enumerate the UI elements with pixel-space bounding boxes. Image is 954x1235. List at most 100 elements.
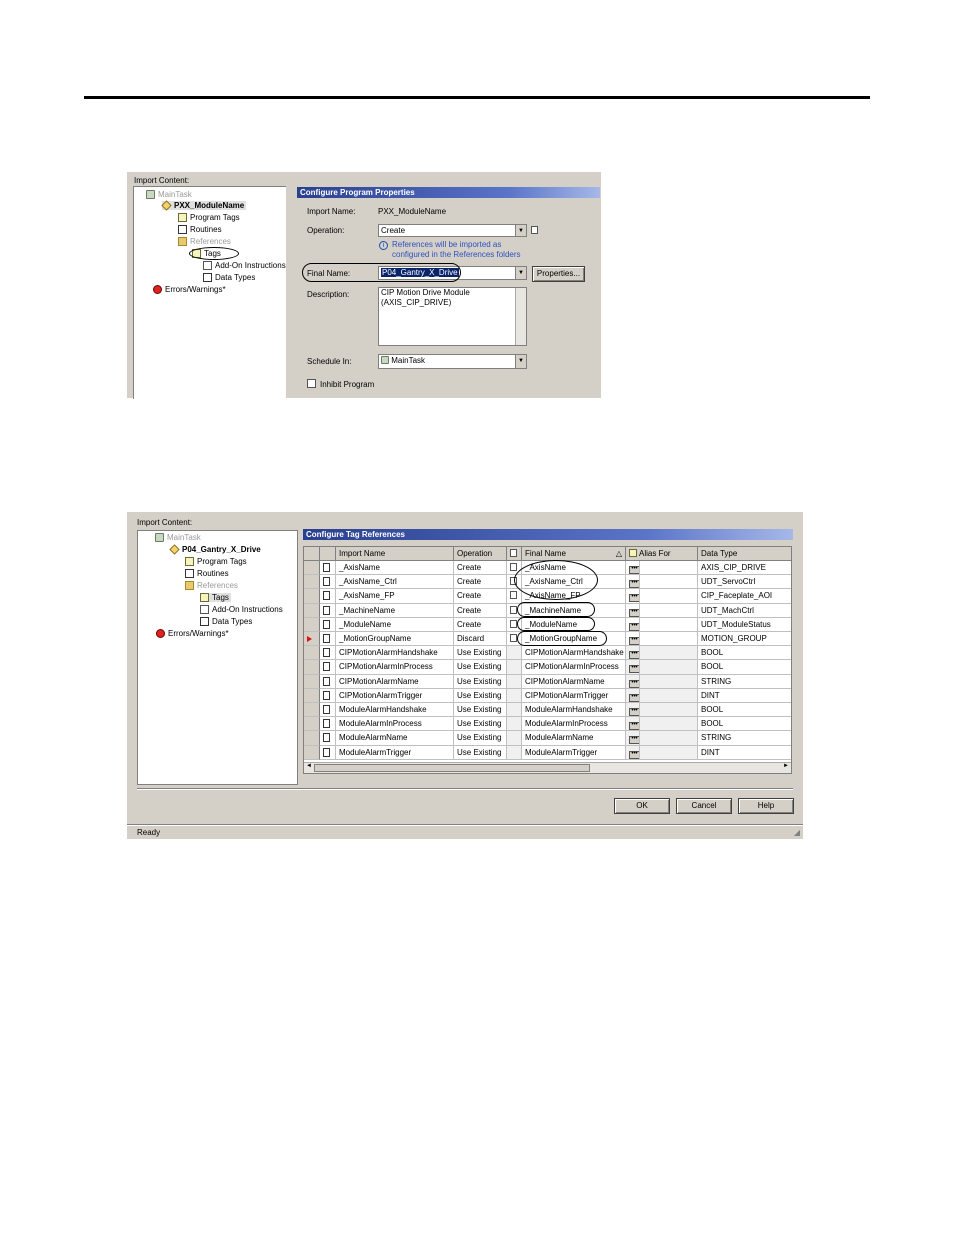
- table-row[interactable]: ModuleAlarmTrigger Use Existing ModuleAlar…: [304, 745, 791, 760]
- cell-final-name[interactable]: CIPMotionAlarmInProcess: [522, 660, 626, 675]
- cell-browse[interactable]: •••: [626, 632, 640, 647]
- ellipsis-button[interactable]: •••: [629, 594, 639, 603]
- cell-browse[interactable]: •••: [626, 660, 640, 675]
- scroll-left-icon[interactable]: ◄: [306, 763, 312, 769]
- cell-browse[interactable]: •••: [626, 603, 640, 618]
- final-name-input[interactable]: P04_Gantry_X_Drive ▼: [378, 266, 527, 280]
- table-row[interactable]: _AxisName_FP Create _AxisName_FP ••• CIP_Fac…: [304, 589, 791, 604]
- cell-final-name[interactable]: CIPMotionAlarmName: [522, 674, 626, 689]
- table-row[interactable]: _ModuleName Create _ModuleName ••• UDT_Modul…: [304, 617, 791, 632]
- cell-operation[interactable]: Use Existing: [454, 660, 507, 675]
- cell-browse[interactable]: •••: [626, 674, 640, 689]
- tree-item-program[interactable]: P04_Gantry_X_Drive: [169, 544, 261, 555]
- cell-browse[interactable]: •••: [626, 646, 640, 661]
- tree-item-maintask[interactable]: MainTask: [155, 533, 201, 542]
- table-row[interactable]: ModuleAlarmInProcess Use Existing ModuleAl…: [304, 717, 791, 732]
- ellipsis-button[interactable]: •••: [629, 622, 639, 631]
- cell-final-name[interactable]: _MachineName: [522, 603, 626, 618]
- cell-final-name[interactable]: ModuleAlarmName: [522, 731, 626, 746]
- description-scrollbar[interactable]: [515, 288, 526, 345]
- cell-final-name[interactable]: ModuleAlarmTrigger: [522, 745, 626, 760]
- table-row[interactable]: CIPMotionAlarmHandshake Use Existing CIPMo…: [304, 646, 791, 661]
- cell-final-name[interactable]: ModuleAlarmHandshake: [522, 703, 626, 718]
- note-icon[interactable]: [531, 226, 538, 234]
- tree-item-program-tags[interactable]: Program Tags: [178, 213, 240, 222]
- ellipsis-button[interactable]: •••: [629, 750, 639, 759]
- tree-item-errors[interactable]: Errors/Warnings*: [153, 285, 226, 294]
- ellipsis-button[interactable]: •••: [629, 693, 639, 702]
- cell-final-name[interactable]: _AxisName_FP: [522, 589, 626, 604]
- cell-operation[interactable]: Use Existing: [454, 731, 507, 746]
- ellipsis-button[interactable]: •••: [629, 651, 639, 660]
- cell-browse[interactable]: •••: [626, 617, 640, 632]
- cell-browse[interactable]: •••: [626, 688, 640, 703]
- table-row[interactable]: CIPMotionAlarmInProcess Use Existing CIPMo…: [304, 660, 791, 675]
- ellipsis-button[interactable]: •••: [629, 580, 639, 589]
- cell-browse[interactable]: •••: [626, 561, 640, 576]
- table-row[interactable]: _MachineName Create _MachineName ••• UDT_Mac…: [304, 603, 791, 618]
- table-row[interactable]: ModuleAlarmName Use Existing ModuleAlarmNa…: [304, 731, 791, 746]
- ellipsis-button[interactable]: •••: [629, 665, 639, 674]
- cell-final-name[interactable]: CIPMotionAlarmTrigger: [522, 688, 626, 703]
- column-header-note[interactable]: [507, 547, 522, 561]
- table-row[interactable]: ModuleAlarmHandshake Use Existing ModuleAl…: [304, 703, 791, 718]
- tree-item-data-types[interactable]: Data Types: [203, 273, 255, 282]
- column-header-data-type[interactable]: Data Type: [698, 547, 791, 561]
- scrollbar-thumb[interactable]: [314, 764, 590, 772]
- ellipsis-button[interactable]: •••: [629, 566, 639, 574]
- table-row[interactable]: _AxisName_Ctrl Create _AxisName_Ctrl ••• UDT…: [304, 575, 791, 590]
- tree-item-tags[interactable]: Tags: [192, 249, 221, 258]
- tree-item-tags[interactable]: Tags: [200, 593, 231, 602]
- tree-item-data-types[interactable]: Data Types: [200, 617, 252, 626]
- help-button[interactable]: Help: [738, 798, 794, 814]
- ellipsis-button[interactable]: •••: [629, 608, 639, 617]
- cell-operation[interactable]: Use Existing: [454, 703, 507, 718]
- description-textarea[interactable]: CIP Motion Drive Module (AXIS_CIP_DRIVE): [378, 287, 527, 346]
- tree-item-routines[interactable]: Routines: [185, 569, 229, 578]
- ok-button[interactable]: OK: [614, 798, 670, 814]
- ellipsis-button[interactable]: •••: [629, 679, 639, 688]
- cell-final-name[interactable]: ModuleAlarmInProcess: [522, 717, 626, 732]
- resize-grip-icon[interactable]: ◢: [794, 826, 800, 839]
- tree-item-aoi[interactable]: Add-On Instructions: [203, 261, 286, 270]
- cell-browse[interactable]: •••: [626, 717, 640, 732]
- cell-operation[interactable]: Use Existing: [454, 646, 507, 661]
- cell-operation[interactable]: Create: [454, 603, 507, 618]
- properties-button[interactable]: Properties...: [532, 266, 585, 282]
- cell-browse[interactable]: •••: [626, 745, 640, 760]
- cell-operation[interactable]: Create: [454, 575, 507, 590]
- cell-operation[interactable]: Discard: [454, 632, 507, 647]
- scroll-right-icon[interactable]: ►: [783, 763, 789, 769]
- tree-item-maintask[interactable]: MainTask: [146, 190, 192, 199]
- ellipsis-button[interactable]: •••: [629, 722, 639, 731]
- tree-item-references[interactable]: References: [185, 581, 238, 590]
- cancel-button[interactable]: Cancel: [676, 798, 732, 814]
- column-header-final-name[interactable]: Final Name △: [522, 547, 626, 561]
- ellipsis-button[interactable]: •••: [629, 637, 639, 645]
- cell-operation[interactable]: Use Existing: [454, 674, 507, 689]
- cell-browse[interactable]: •••: [626, 589, 640, 604]
- column-header-operation[interactable]: Operation: [454, 547, 507, 561]
- tree-item-program[interactable]: PXX_ModuleName: [161, 200, 247, 211]
- cell-browse[interactable]: •••: [626, 575, 640, 590]
- table-row[interactable]: CIPMotionAlarmTrigger Use Existing CIPMoti…: [304, 688, 791, 703]
- cell-browse[interactable]: •••: [626, 731, 640, 746]
- table-row[interactable]: _AxisName Create _AxisName ••• AXIS_CIP_DRIV…: [304, 561, 791, 576]
- cell-final-name[interactable]: _AxisName: [522, 561, 626, 576]
- ellipsis-button[interactable]: •••: [629, 708, 639, 716]
- cell-operation[interactable]: Create: [454, 617, 507, 632]
- cell-operation[interactable]: Create: [454, 561, 507, 576]
- cell-operation[interactable]: Use Existing: [454, 688, 507, 703]
- horizontal-scrollbar[interactable]: ◄ ►: [304, 762, 791, 773]
- table-row[interactable]: _MotionGroupName Discard _MotionGroupName •…: [304, 632, 791, 647]
- cell-final-name[interactable]: CIPMotionAlarmHandshake: [522, 646, 626, 661]
- cell-operation[interactable]: Use Existing: [454, 717, 507, 732]
- cell-operation[interactable]: Create: [454, 589, 507, 604]
- column-header-import-name[interactable]: Import Name: [336, 547, 454, 561]
- inhibit-program-checkbox[interactable]: [307, 379, 316, 388]
- cell-operation[interactable]: Use Existing: [454, 745, 507, 760]
- ellipsis-button[interactable]: •••: [629, 736, 639, 745]
- cell-final-name[interactable]: _ModuleName: [522, 617, 626, 632]
- schedule-in-select[interactable]: MainTask ▼: [378, 354, 527, 369]
- table-row[interactable]: CIPMotionAlarmName Use Existing CIPMotionA…: [304, 674, 791, 689]
